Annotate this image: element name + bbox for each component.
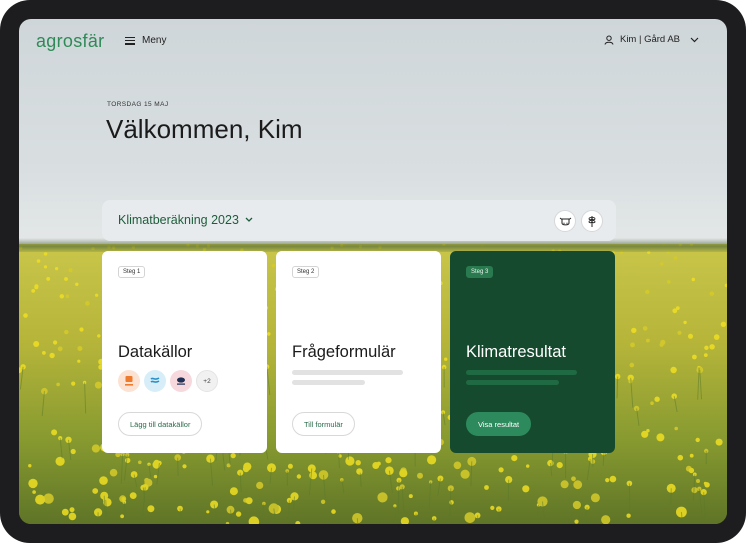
chevron-down-icon xyxy=(690,37,699,42)
calculation-dropdown[interactable]: Klimatberäkning 2023 xyxy=(118,213,253,227)
placeholder-line xyxy=(292,370,403,375)
card-title: Datakällor xyxy=(118,343,193,361)
step-badge: Steg 1 xyxy=(118,266,146,278)
wheat-icon[interactable] xyxy=(581,210,603,232)
app-logo[interactable]: agrosfär xyxy=(36,31,104,52)
app-screen: agrosfär Meny Kim | Gård AB TORSDAG 15 M… xyxy=(19,19,727,524)
step-badge: Steg 3 xyxy=(466,266,494,278)
card-datasources: Steg 1 Datakällor +2 Lägg till datakällo… xyxy=(102,251,267,453)
card-climate-result: Steg 3 Klimatresultat Visa resultat xyxy=(450,251,615,453)
user-menu[interactable]: Kim | Gård AB xyxy=(604,34,699,45)
menu-label: Meny xyxy=(142,35,167,46)
vaxa-logo-icon xyxy=(118,370,140,392)
tablet-frame: agrosfär Meny Kim | Gård AB TORSDAG 15 M… xyxy=(0,0,746,543)
chevron-down-icon xyxy=(245,217,253,222)
card-title: Klimatresultat xyxy=(466,343,566,361)
open-form-button[interactable]: Till formulär xyxy=(292,412,355,436)
placeholder-line xyxy=(466,370,577,375)
show-result-button[interactable]: Visa resultat xyxy=(466,412,532,436)
hamburger-icon xyxy=(125,36,135,45)
welcome-heading: Välkommen, Kim xyxy=(106,114,303,144)
add-datasources-button[interactable]: Lägg till datakällor xyxy=(118,412,203,436)
user-icon xyxy=(604,35,614,45)
user-label: Kim | Gård AB xyxy=(619,34,680,45)
calculation-selector-bar: Klimatberäkning 2023 xyxy=(102,200,616,241)
cow-icon[interactable] xyxy=(554,210,576,232)
source-logos: +2 xyxy=(118,370,218,392)
placeholder-line xyxy=(466,380,559,385)
water-logo-icon xyxy=(144,370,166,392)
sean-dernier-logo-icon xyxy=(170,370,192,392)
more-sources-badge[interactable]: +2 xyxy=(196,370,218,392)
menu-button[interactable]: Meny xyxy=(125,35,166,46)
step-badge: Steg 2 xyxy=(292,266,320,278)
placeholder-line xyxy=(292,380,365,385)
current-date: TORSDAG 15 MAJ xyxy=(107,101,169,108)
card-questionnaire: Steg 2 Frågeformulär Till formulär xyxy=(276,251,441,453)
calculation-label: Klimatberäkning 2023 xyxy=(118,213,239,227)
card-title: Frågeformulär xyxy=(292,343,396,361)
